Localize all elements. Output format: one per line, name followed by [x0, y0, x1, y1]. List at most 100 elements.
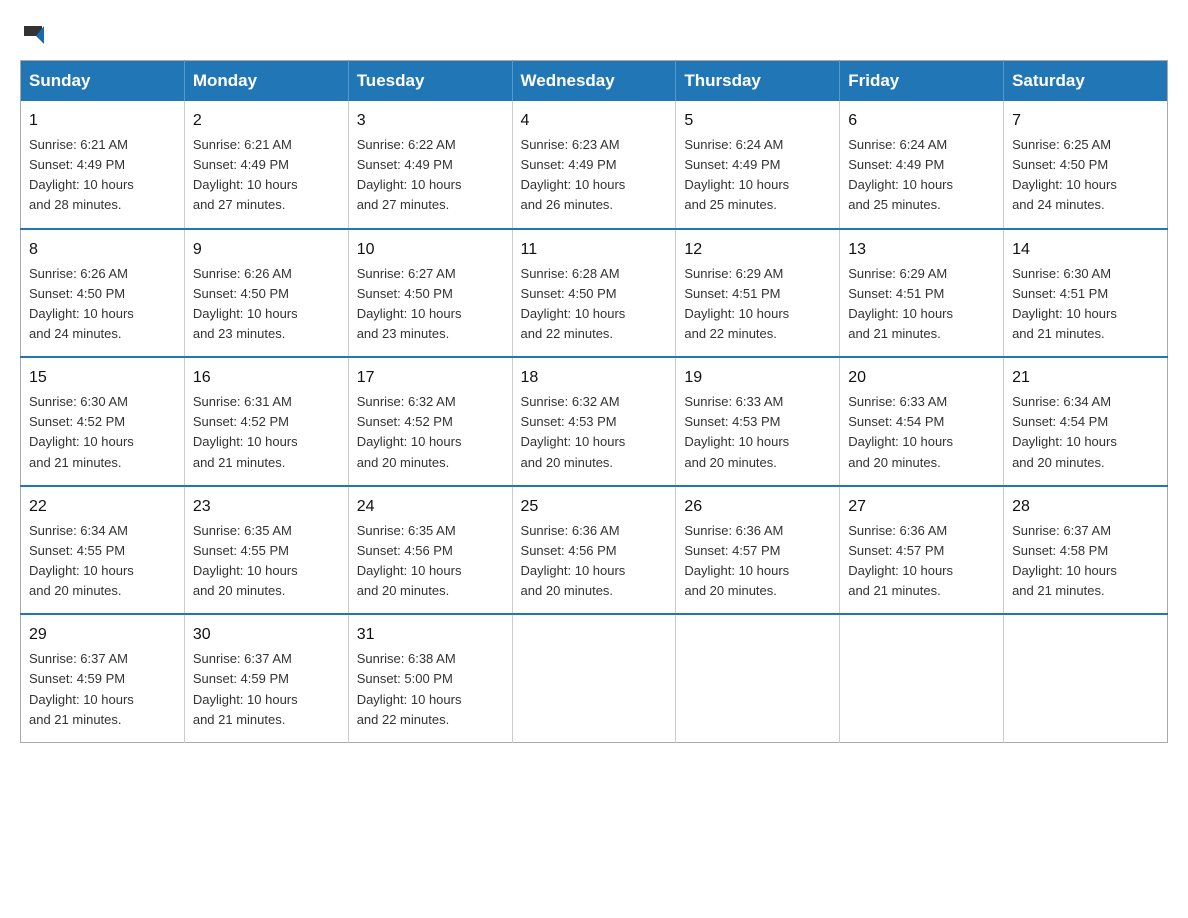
calendar-week-3: 15 Sunrise: 6:30 AM Sunset: 4:52 PM Dayl…: [21, 357, 1168, 486]
day-info: Sunrise: 6:36 AM Sunset: 4:57 PM Dayligh…: [848, 523, 953, 598]
day-number: 25: [521, 495, 668, 519]
calendar-cell: 8 Sunrise: 6:26 AM Sunset: 4:50 PM Dayli…: [21, 229, 185, 358]
day-info: Sunrise: 6:23 AM Sunset: 4:49 PM Dayligh…: [521, 137, 626, 212]
day-info: Sunrise: 6:32 AM Sunset: 4:53 PM Dayligh…: [521, 394, 626, 469]
day-info: Sunrise: 6:32 AM Sunset: 4:52 PM Dayligh…: [357, 394, 462, 469]
calendar-cell: 22 Sunrise: 6:34 AM Sunset: 4:55 PM Dayl…: [21, 486, 185, 615]
weekday-header-monday: Monday: [184, 61, 348, 102]
calendar-cell: 3 Sunrise: 6:22 AM Sunset: 4:49 PM Dayli…: [348, 101, 512, 229]
day-info: Sunrise: 6:36 AM Sunset: 4:57 PM Dayligh…: [684, 523, 789, 598]
day-info: Sunrise: 6:29 AM Sunset: 4:51 PM Dayligh…: [848, 266, 953, 341]
calendar-cell: [840, 614, 1004, 742]
calendar-cell: 30 Sunrise: 6:37 AM Sunset: 4:59 PM Dayl…: [184, 614, 348, 742]
day-number: 3: [357, 109, 504, 133]
day-number: 26: [684, 495, 831, 519]
day-info: Sunrise: 6:35 AM Sunset: 4:55 PM Dayligh…: [193, 523, 298, 598]
logo-icon: [22, 22, 44, 44]
calendar-cell: [676, 614, 840, 742]
day-info: Sunrise: 6:36 AM Sunset: 4:56 PM Dayligh…: [521, 523, 626, 598]
calendar-cell: 21 Sunrise: 6:34 AM Sunset: 4:54 PM Dayl…: [1004, 357, 1168, 486]
day-number: 15: [29, 366, 176, 390]
day-info: Sunrise: 6:22 AM Sunset: 4:49 PM Dayligh…: [357, 137, 462, 212]
day-number: 12: [684, 238, 831, 262]
day-number: 7: [1012, 109, 1159, 133]
day-number: 13: [848, 238, 995, 262]
day-number: 19: [684, 366, 831, 390]
logo: [20, 20, 44, 40]
calendar-cell: 16 Sunrise: 6:31 AM Sunset: 4:52 PM Dayl…: [184, 357, 348, 486]
day-number: 2: [193, 109, 340, 133]
calendar-cell: 28 Sunrise: 6:37 AM Sunset: 4:58 PM Dayl…: [1004, 486, 1168, 615]
day-info: Sunrise: 6:38 AM Sunset: 5:00 PM Dayligh…: [357, 651, 462, 726]
day-info: Sunrise: 6:33 AM Sunset: 4:53 PM Dayligh…: [684, 394, 789, 469]
weekday-header-thursday: Thursday: [676, 61, 840, 102]
calendar-cell: 24 Sunrise: 6:35 AM Sunset: 4:56 PM Dayl…: [348, 486, 512, 615]
day-info: Sunrise: 6:24 AM Sunset: 4:49 PM Dayligh…: [848, 137, 953, 212]
calendar-week-5: 29 Sunrise: 6:37 AM Sunset: 4:59 PM Dayl…: [21, 614, 1168, 742]
day-number: 24: [357, 495, 504, 519]
day-info: Sunrise: 6:21 AM Sunset: 4:49 PM Dayligh…: [193, 137, 298, 212]
day-info: Sunrise: 6:29 AM Sunset: 4:51 PM Dayligh…: [684, 266, 789, 341]
calendar-cell: 25 Sunrise: 6:36 AM Sunset: 4:56 PM Dayl…: [512, 486, 676, 615]
calendar-cell: [1004, 614, 1168, 742]
day-info: Sunrise: 6:27 AM Sunset: 4:50 PM Dayligh…: [357, 266, 462, 341]
calendar-cell: 29 Sunrise: 6:37 AM Sunset: 4:59 PM Dayl…: [21, 614, 185, 742]
day-number: 11: [521, 238, 668, 262]
day-number: 23: [193, 495, 340, 519]
day-info: Sunrise: 6:31 AM Sunset: 4:52 PM Dayligh…: [193, 394, 298, 469]
day-info: Sunrise: 6:37 AM Sunset: 4:59 PM Dayligh…: [193, 651, 298, 726]
calendar-cell: 4 Sunrise: 6:23 AM Sunset: 4:49 PM Dayli…: [512, 101, 676, 229]
calendar-cell: 13 Sunrise: 6:29 AM Sunset: 4:51 PM Dayl…: [840, 229, 1004, 358]
calendar-cell: 27 Sunrise: 6:36 AM Sunset: 4:57 PM Dayl…: [840, 486, 1004, 615]
day-number: 14: [1012, 238, 1159, 262]
weekday-header-tuesday: Tuesday: [348, 61, 512, 102]
calendar-cell: 2 Sunrise: 6:21 AM Sunset: 4:49 PM Dayli…: [184, 101, 348, 229]
day-info: Sunrise: 6:34 AM Sunset: 4:54 PM Dayligh…: [1012, 394, 1117, 469]
day-info: Sunrise: 6:34 AM Sunset: 4:55 PM Dayligh…: [29, 523, 134, 598]
calendar-cell: 10 Sunrise: 6:27 AM Sunset: 4:50 PM Dayl…: [348, 229, 512, 358]
day-info: Sunrise: 6:28 AM Sunset: 4:50 PM Dayligh…: [521, 266, 626, 341]
calendar-cell: 5 Sunrise: 6:24 AM Sunset: 4:49 PM Dayli…: [676, 101, 840, 229]
calendar-cell: 18 Sunrise: 6:32 AM Sunset: 4:53 PM Dayl…: [512, 357, 676, 486]
day-info: Sunrise: 6:26 AM Sunset: 4:50 PM Dayligh…: [193, 266, 298, 341]
day-number: 21: [1012, 366, 1159, 390]
calendar-cell: 6 Sunrise: 6:24 AM Sunset: 4:49 PM Dayli…: [840, 101, 1004, 229]
day-info: Sunrise: 6:25 AM Sunset: 4:50 PM Dayligh…: [1012, 137, 1117, 212]
calendar-week-4: 22 Sunrise: 6:34 AM Sunset: 4:55 PM Dayl…: [21, 486, 1168, 615]
day-number: 17: [357, 366, 504, 390]
day-info: Sunrise: 6:26 AM Sunset: 4:50 PM Dayligh…: [29, 266, 134, 341]
calendar-cell: 19 Sunrise: 6:33 AM Sunset: 4:53 PM Dayl…: [676, 357, 840, 486]
calendar-cell: 20 Sunrise: 6:33 AM Sunset: 4:54 PM Dayl…: [840, 357, 1004, 486]
day-number: 5: [684, 109, 831, 133]
day-info: Sunrise: 6:35 AM Sunset: 4:56 PM Dayligh…: [357, 523, 462, 598]
day-number: 30: [193, 623, 340, 647]
calendar-cell: 1 Sunrise: 6:21 AM Sunset: 4:49 PM Dayli…: [21, 101, 185, 229]
day-number: 4: [521, 109, 668, 133]
day-number: 16: [193, 366, 340, 390]
calendar-cell: 9 Sunrise: 6:26 AM Sunset: 4:50 PM Dayli…: [184, 229, 348, 358]
calendar-week-1: 1 Sunrise: 6:21 AM Sunset: 4:49 PM Dayli…: [21, 101, 1168, 229]
weekday-header-wednesday: Wednesday: [512, 61, 676, 102]
day-info: Sunrise: 6:30 AM Sunset: 4:51 PM Dayligh…: [1012, 266, 1117, 341]
day-number: 31: [357, 623, 504, 647]
calendar-cell: 31 Sunrise: 6:38 AM Sunset: 5:00 PM Dayl…: [348, 614, 512, 742]
day-info: Sunrise: 6:24 AM Sunset: 4:49 PM Dayligh…: [684, 137, 789, 212]
day-number: 8: [29, 238, 176, 262]
page-header: [20, 20, 1168, 40]
weekday-header-row: SundayMondayTuesdayWednesdayThursdayFrid…: [21, 61, 1168, 102]
calendar-cell: [512, 614, 676, 742]
day-number: 29: [29, 623, 176, 647]
calendar-cell: 26 Sunrise: 6:36 AM Sunset: 4:57 PM Dayl…: [676, 486, 840, 615]
day-number: 20: [848, 366, 995, 390]
calendar-cell: 17 Sunrise: 6:32 AM Sunset: 4:52 PM Dayl…: [348, 357, 512, 486]
day-number: 28: [1012, 495, 1159, 519]
day-info: Sunrise: 6:37 AM Sunset: 4:59 PM Dayligh…: [29, 651, 134, 726]
day-number: 22: [29, 495, 176, 519]
day-info: Sunrise: 6:21 AM Sunset: 4:49 PM Dayligh…: [29, 137, 134, 212]
day-info: Sunrise: 6:33 AM Sunset: 4:54 PM Dayligh…: [848, 394, 953, 469]
day-number: 1: [29, 109, 176, 133]
calendar-table: SundayMondayTuesdayWednesdayThursdayFrid…: [20, 60, 1168, 743]
day-number: 27: [848, 495, 995, 519]
calendar-cell: 15 Sunrise: 6:30 AM Sunset: 4:52 PM Dayl…: [21, 357, 185, 486]
calendar-cell: 23 Sunrise: 6:35 AM Sunset: 4:55 PM Dayl…: [184, 486, 348, 615]
